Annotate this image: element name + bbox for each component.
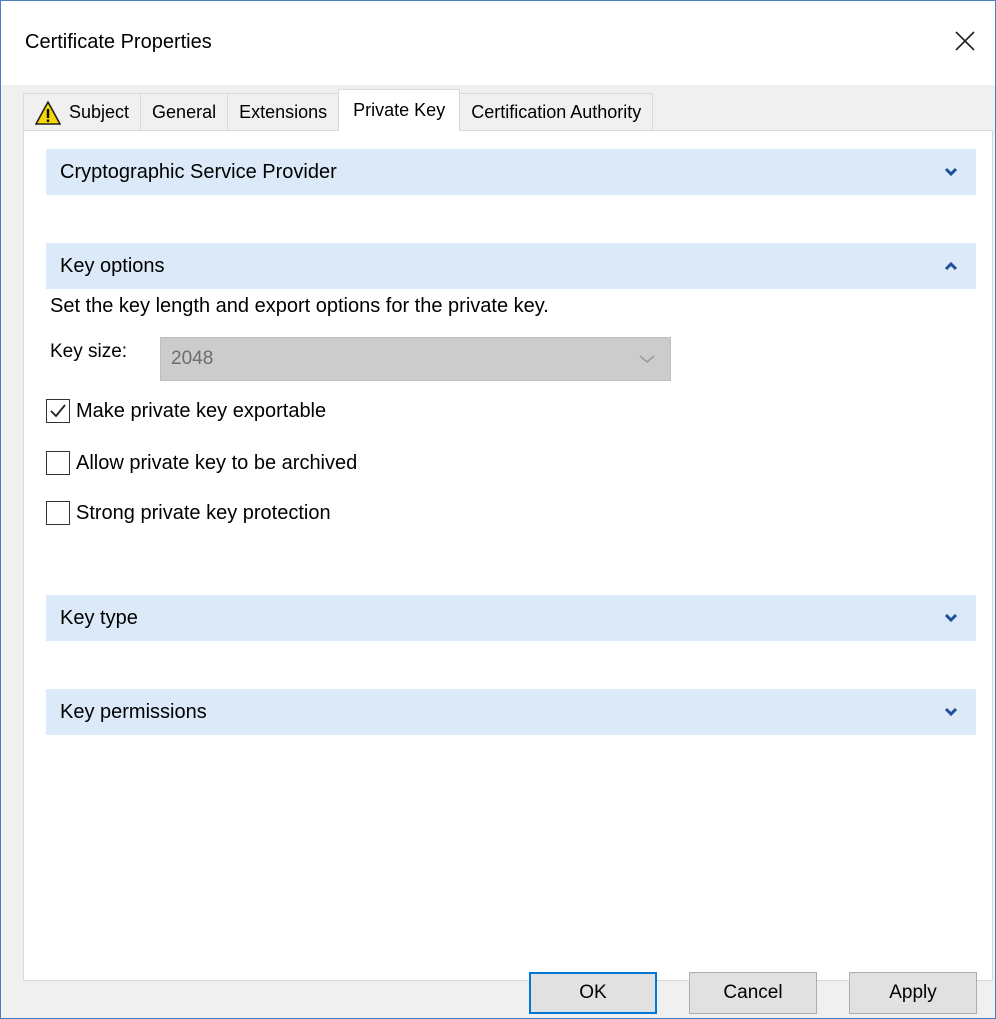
section-csp-header[interactable]: Cryptographic Service Provider [46,149,976,195]
tab-extensions-label: Extensions [239,102,328,122]
close-button[interactable] [935,13,995,69]
chevron-down-icon [940,607,962,629]
tab-general[interactable]: General [140,93,229,131]
make-exportable-checkbox[interactable] [46,399,70,423]
section-key-options-title: Key options [60,254,165,277]
tab-subject[interactable]: Subject [23,93,142,131]
make-exportable-label: Make private key exportable [76,399,327,422]
warning-icon [35,100,61,125]
section-csp-title: Cryptographic Service Provider [60,160,337,183]
section-key-type-title: Key type [60,606,138,629]
allow-archive-checkbox[interactable] [46,451,70,475]
tab-certification-authority-label: Certification Authority [471,102,642,122]
tab-private-key-label: Private Key [353,100,446,120]
chevron-up-icon [940,255,962,277]
key-size-value: 2048 [171,348,214,369]
private-key-panel: Cryptographic Service Provider Key optio… [23,130,993,981]
tab-general-label: General [152,102,217,122]
chevron-down-icon [638,348,656,370]
cancel-button[interactable]: Cancel [689,972,817,1014]
strong-protection-row[interactable]: Strong private key protection [46,501,331,525]
section-key-type-header[interactable]: Key type [46,595,976,641]
tab-strip: Subject General Extensions Private Key C… [23,89,654,131]
key-size-select: 2048 [160,337,671,381]
allow-archive-row[interactable]: Allow private key to be archived [46,451,357,475]
title-bar: Certificate Properties [1,1,995,85]
section-key-permissions-header[interactable]: Key permissions [46,689,976,735]
chevron-down-icon [940,701,962,723]
section-key-options-header[interactable]: Key options [46,243,976,289]
strong-protection-label: Strong private key protection [76,501,331,524]
window-title: Certificate Properties [25,31,212,53]
key-options-description: Set the key length and export options fo… [50,295,549,317]
close-icon [955,31,975,51]
apply-button[interactable]: Apply [849,972,977,1014]
tab-private-key[interactable]: Private Key [338,89,461,131]
tab-certification-authority[interactable]: Certification Authority [459,93,654,131]
ok-button[interactable]: OK [529,972,657,1014]
chevron-down-icon [940,161,962,183]
certificate-properties-dialog: Certificate Properties Subject General E… [0,0,996,1019]
section-key-permissions-title: Key permissions [60,700,207,723]
checkmark-icon [50,404,66,418]
tab-extensions[interactable]: Extensions [227,93,340,131]
key-size-label: Key size: [50,341,128,362]
make-exportable-row[interactable]: Make private key exportable [46,399,326,423]
tab-subject-label: Subject [69,102,130,122]
strong-protection-checkbox[interactable] [46,501,70,525]
allow-archive-label: Allow private key to be archived [76,451,358,474]
